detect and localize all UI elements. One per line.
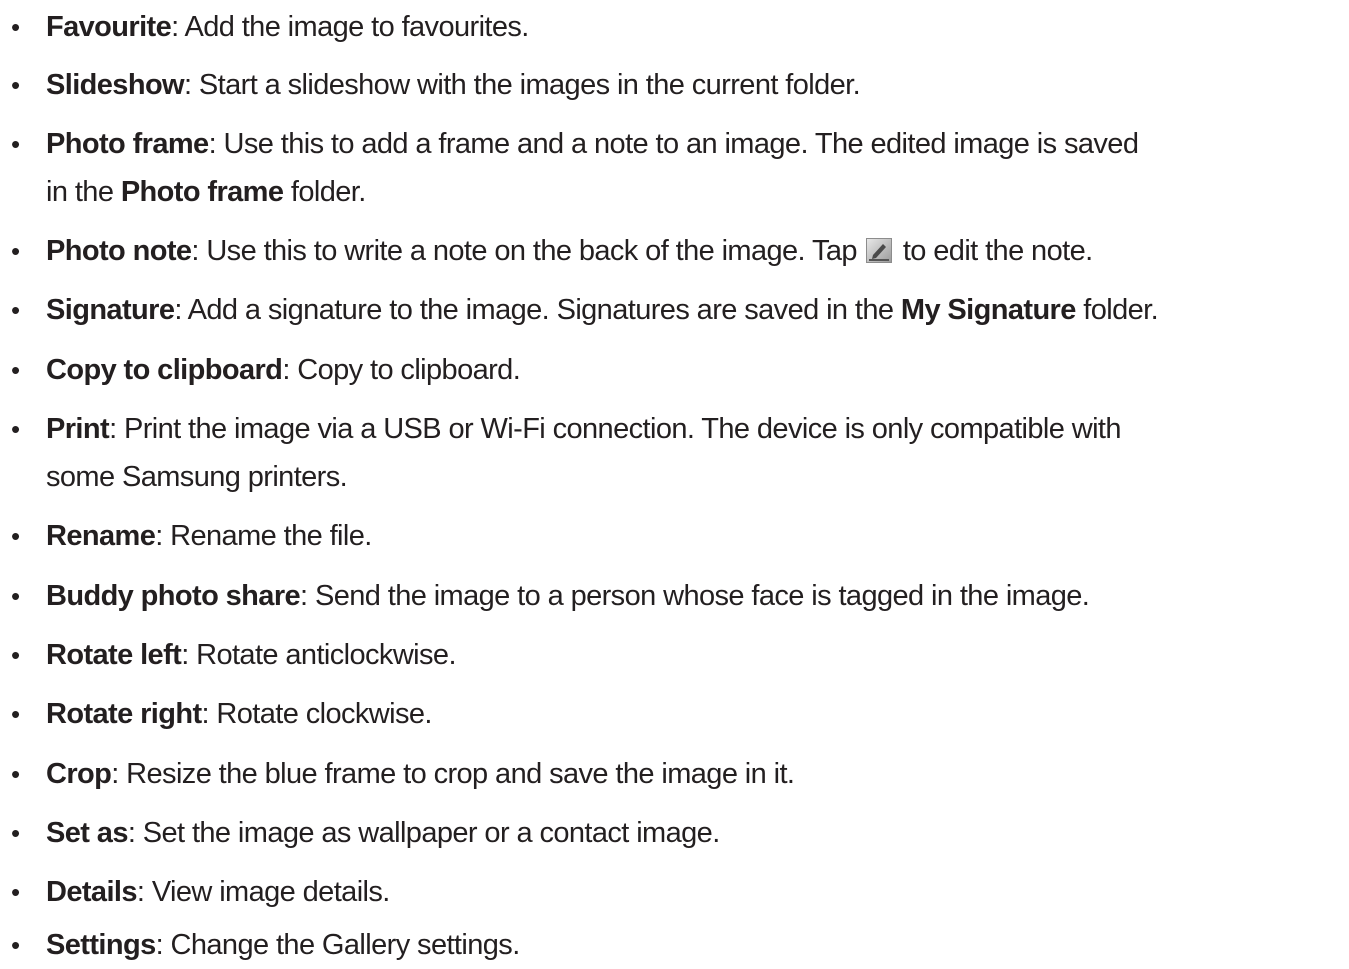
term-print: Print (46, 413, 110, 445)
bullet: • (11, 818, 20, 848)
edit-pencil-icon (866, 230, 893, 263)
item-text: Rotate right: Rotate clockwise. (46, 690, 432, 738)
item-text: Settings: Change the Gallery settings. (46, 921, 520, 969)
item-text: Slideshow: Start a slideshow with the im… (46, 61, 861, 109)
desc: : View image details. (136, 876, 390, 908)
desc: : Rotate clockwise. (201, 698, 433, 730)
item-text: Photo note: Use this to write a note on … (46, 227, 1093, 275)
bullet: • (11, 129, 20, 159)
bullet: • (11, 295, 20, 325)
desc: : Start a slideshow with the images in t… (184, 69, 861, 101)
item-text: Buddy photo share: Send the image to a p… (46, 572, 1090, 620)
bullet: • (11, 581, 20, 611)
desc: : Resize the blue frame to crop and save… (111, 758, 795, 790)
desc: : Change the Gallery settings. (155, 929, 521, 961)
desc-line2: some Samsung printers. (46, 461, 348, 493)
desc: : Use this to write a note on the back o… (191, 235, 865, 267)
item-text: Set as: Set the image as wallpaper or a … (46, 809, 720, 857)
bullet: • (11, 236, 20, 266)
desc: : Print the image via a USB or Wi-Fi con… (109, 413, 1121, 445)
folder-name-my-signature: My Signature (900, 294, 1076, 326)
term-slideshow: Slideshow (46, 69, 185, 101)
bullet: • (11, 930, 20, 960)
term-settings: Settings (46, 929, 156, 961)
bullet: • (11, 521, 20, 551)
desc: : Set the image as wallpaper or a contac… (127, 817, 720, 849)
item-text: Rotate left: Rotate anticlockwise. (46, 631, 457, 679)
term-rotate-left: Rotate left (46, 639, 182, 671)
folder-name-photo-frame: Photo frame (120, 176, 284, 208)
bullet: • (11, 877, 20, 907)
term-photo-note: Photo note (46, 235, 192, 267)
item-text: Rename: Rename the file. (46, 512, 372, 560)
desc: : Add a signature to the image. Signatur… (174, 294, 901, 326)
desc: : Copy to clipboard. (282, 354, 521, 386)
term-set-as: Set as (46, 817, 128, 849)
term-signature: Signature (46, 294, 175, 326)
bullet: • (11, 759, 20, 789)
bullet: • (11, 12, 20, 42)
bullet: • (11, 414, 20, 444)
bullet: • (11, 355, 20, 385)
term-buddy-photo-share: Buddy photo share (46, 580, 301, 612)
desc: : Use this to add a frame and a note to … (208, 128, 1139, 160)
item-text: Photo frame: Use this to add a frame and… (46, 120, 1139, 216)
gallery-options-page: • Favourite: Add the image to favourites… (0, 0, 1349, 969)
bullet: • (11, 70, 20, 100)
term-crop: Crop (46, 758, 112, 790)
desc: : Add the image to favourites. (171, 11, 529, 43)
item-text: Copy to clipboard: Copy to clipboard. (46, 346, 521, 394)
desc-line2-pre: in the (46, 176, 121, 208)
desc: : Rename the file. (155, 520, 372, 552)
item-text: Favourite: Add the image to favourites. (46, 3, 529, 51)
desc: : Send the image to a person whose face … (300, 580, 1090, 612)
bullet: • (11, 640, 20, 670)
desc-after-emph: folder. (1075, 294, 1159, 326)
term-rename: Rename (46, 520, 156, 552)
item-text: Crop: Resize the blue frame to crop and … (46, 750, 795, 798)
item-text: Print: Print the image via a USB or Wi-F… (46, 405, 1122, 501)
bullet: • (11, 699, 20, 729)
term-photo-frame: Photo frame (46, 128, 209, 160)
term-details: Details (46, 876, 138, 908)
term-rotate-right: Rotate right (46, 698, 202, 730)
term-copy-to-clipboard: Copy to clipboard (46, 354, 283, 386)
term-favourite: Favourite (46, 11, 172, 43)
item-text: Signature: Add a signature to the image.… (46, 286, 1159, 334)
item-text: Details: View image details. (46, 868, 390, 916)
desc-line2-post: folder. (283, 176, 366, 208)
desc: : Rotate anticlockwise. (181, 639, 456, 671)
desc-after-icon: to edit the note. (895, 235, 1093, 267)
